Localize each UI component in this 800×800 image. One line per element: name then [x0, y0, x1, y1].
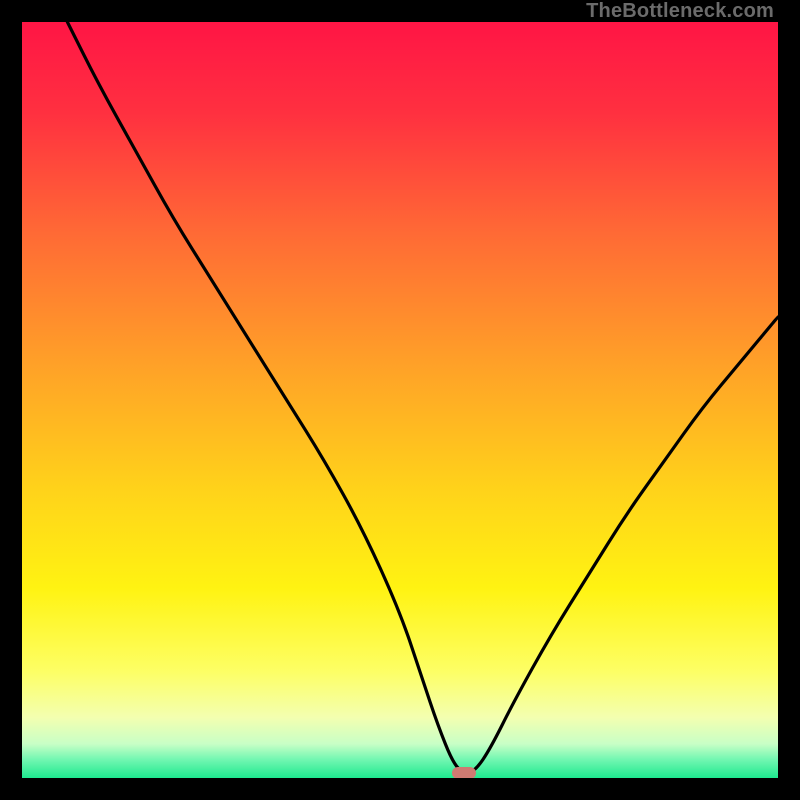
bottleneck-curve [22, 22, 778, 778]
optimal-marker [452, 767, 476, 778]
chart-frame: TheBottleneck.com [0, 0, 800, 800]
plot-area [22, 22, 778, 778]
watermark-text: TheBottleneck.com [586, 0, 774, 23]
